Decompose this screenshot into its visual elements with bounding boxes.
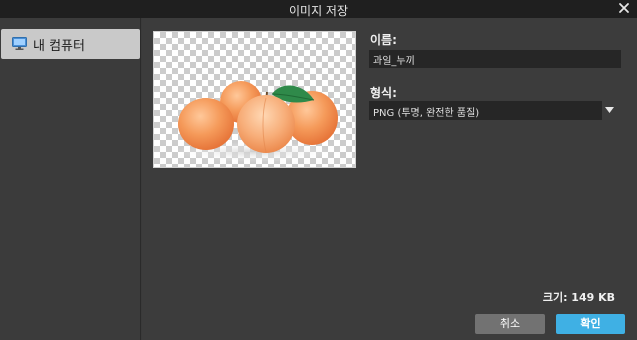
cancel-button[interactable]: 취소 [475,314,545,334]
file-name-input[interactable] [369,50,621,68]
location-sidebar: 내 컴퓨터 [0,18,141,340]
sidebar-item-my-computer[interactable]: 내 컴퓨터 [1,29,140,59]
chevron-down-icon[interactable] [605,107,614,113]
name-label: 이름: [370,33,397,47]
file-size-text: 크기: 149 KB [542,291,615,304]
window-title: 이미지 저장 [288,4,348,18]
image-preview [153,31,356,168]
format-select[interactable]: PNG (투명, 완전한 품질) [369,101,602,120]
peaches-image [174,81,338,162]
computer-icon [12,37,27,50]
format-label: 형식: [370,86,397,100]
sidebar-item-label: 내 컴퓨터 [33,39,85,54]
close-icon[interactable] [617,1,631,15]
title-bar: 이미지 저장 [0,0,637,18]
ok-button[interactable]: 확인 [556,314,625,334]
